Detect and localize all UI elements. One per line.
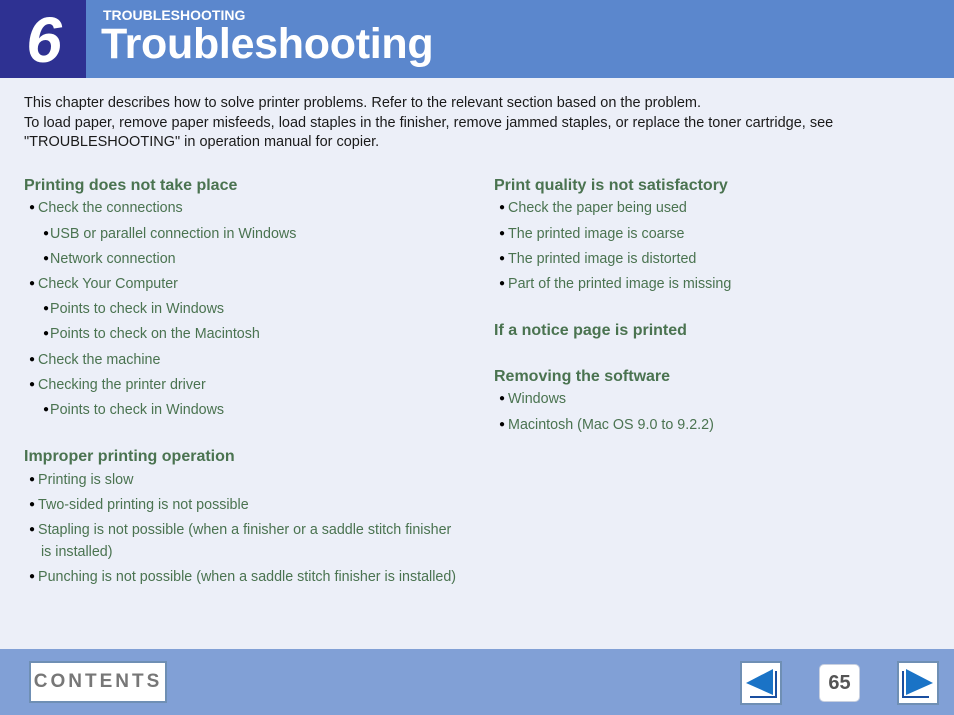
intro-line-2: To load paper, remove paper misfeeds, lo…: [24, 114, 834, 151]
contents-button[interactable]: CONTENTS: [29, 661, 167, 703]
link-printing-is-slow[interactable]: ● Printing is slow: [29, 469, 133, 493]
section-heading-removing-software[interactable]: Removing the software: [494, 368, 670, 386]
link-usb-or-parallel-connection[interactable]: ●USB or parallel connection in Windows: [43, 223, 296, 247]
link-printed-image-coarse[interactable]: ● The printed image is coarse: [499, 223, 684, 247]
intro-line-1: This chapter describes how to solve prin…: [24, 95, 702, 111]
bullet-icon: ●: [499, 393, 506, 404]
bullet-icon: ●: [43, 228, 50, 239]
link-check-the-machine[interactable]: ● Check the machine: [29, 349, 160, 373]
bullet-icon: ●: [499, 202, 506, 213]
link-printed-image-missing[interactable]: ● Part of the printed image is missing: [499, 273, 731, 297]
link-two-sided-printing[interactable]: ● Two-sided printing is not possible: [29, 494, 249, 518]
link-stapling-not-possible-continued[interactable]: is installed): [41, 541, 113, 563]
section-heading-printing-does-not-take-place[interactable]: Printing does not take place: [24, 177, 237, 195]
previous-page-button[interactable]: [740, 661, 782, 705]
page-number: 65: [819, 664, 860, 702]
chapter-number-box: 6: [0, 0, 86, 78]
bullet-icon: ●: [43, 328, 50, 339]
bullet-icon: ●: [29, 499, 36, 510]
bullet-icon: ●: [29, 474, 36, 485]
link-remove-macintosh[interactable]: ● Macintosh (Mac OS 9.0 to 9.2.2): [499, 414, 714, 438]
link-driver-points-to-check-in-windows[interactable]: ●Points to check in Windows: [43, 399, 224, 423]
bullet-icon: ●: [499, 419, 506, 430]
link-check-paper-being-used[interactable]: ● Check the paper being used: [499, 197, 687, 221]
bullet-icon: ●: [29, 354, 36, 365]
next-page-button[interactable]: [897, 661, 939, 705]
link-points-to-check-in-windows[interactable]: ●Points to check in Windows: [43, 298, 224, 322]
bullet-icon: ●: [29, 379, 36, 390]
bullet-icon: ●: [43, 303, 50, 314]
bullet-icon: ●: [29, 202, 36, 213]
link-remove-windows[interactable]: ● Windows: [499, 388, 566, 412]
link-stapling-not-possible[interactable]: ● Stapling is not possible (when a finish…: [29, 519, 451, 543]
section-heading-notice-page[interactable]: If a notice page is printed: [494, 322, 687, 340]
right-arrow-icon: [902, 669, 933, 698]
intro-text: This chapter describes how to solve prin…: [24, 94, 924, 153]
link-points-to-check-on-macintosh[interactable]: ●Points to check on the Macintosh: [43, 323, 260, 347]
link-checking-the-printer-driver[interactable]: ● Checking the printer driver: [29, 374, 206, 398]
bullet-icon: ●: [499, 228, 506, 239]
bullet-icon: ●: [499, 253, 506, 264]
bullet-icon: ●: [499, 278, 506, 289]
section-heading-print-quality[interactable]: Print quality is not satisfactory: [494, 177, 728, 195]
link-printed-image-distorted[interactable]: ● The printed image is distorted: [499, 248, 696, 272]
link-check-your-computer[interactable]: ● Check Your Computer: [29, 273, 178, 297]
bullet-icon: ●: [43, 253, 50, 264]
bullet-icon: ●: [29, 278, 36, 289]
chapter-number: 6: [26, 4, 62, 76]
link-check-the-connections[interactable]: ● Check the connections: [29, 197, 183, 221]
link-network-connection[interactable]: ●Network connection: [43, 248, 176, 272]
bullet-icon: ●: [29, 524, 36, 535]
bullet-icon: ●: [43, 404, 50, 415]
link-punching-not-possible[interactable]: ● Punching is not possible (when a saddle…: [29, 566, 456, 590]
section-heading-improper-printing-operation[interactable]: Improper printing operation: [24, 448, 235, 466]
bullet-icon: ●: [29, 571, 36, 582]
left-arrow-icon: [746, 669, 777, 698]
page-title: Troubleshooting: [101, 20, 434, 68]
